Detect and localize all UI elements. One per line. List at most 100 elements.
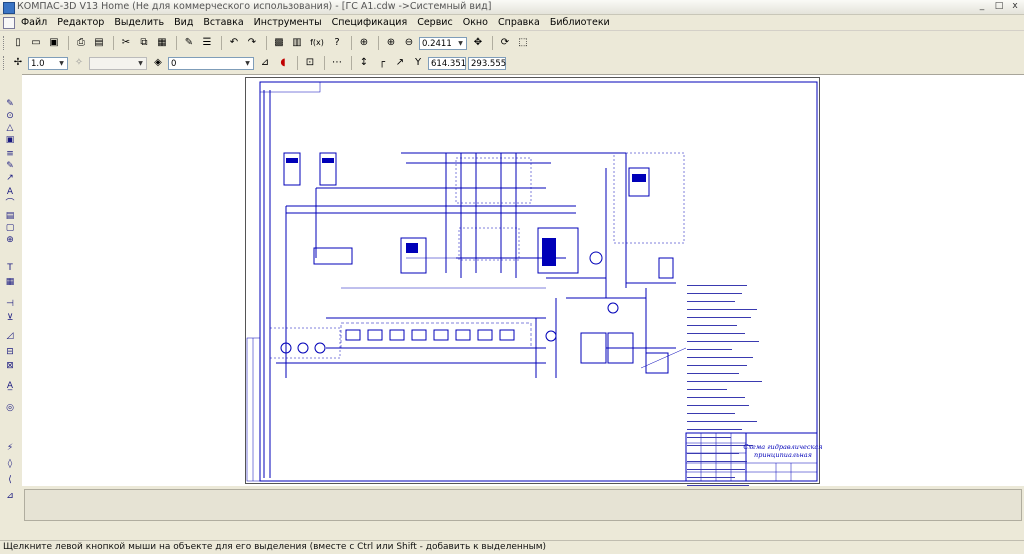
save-icon[interactable]: ▣ — [46, 35, 62, 51]
compact-tool-8-icon[interactable]: A — [3, 186, 17, 198]
pan-icon[interactable]: ✥ — [470, 35, 486, 51]
legend-row — [687, 456, 747, 462]
compact-tool-22-icon[interactable]: ⚡ — [3, 442, 17, 454]
zoom-window-icon[interactable]: ⊕ — [356, 35, 372, 51]
snap-button-1[interactable]: ⊿ — [257, 55, 273, 71]
compact-tool-19-icon[interactable]: ⊠ — [3, 360, 17, 372]
legend-row — [687, 344, 732, 350]
menu-editor[interactable]: Редактор — [52, 16, 109, 29]
format-brush-icon[interactable]: ✎ — [181, 35, 197, 51]
coordinates-icon[interactable]: Y — [410, 55, 426, 71]
compact-tool-4-icon[interactable]: ▣ — [3, 134, 17, 146]
show-all-icon[interactable]: ⬚ — [515, 35, 531, 51]
motor-3 — [314, 342, 326, 354]
legend-row — [687, 480, 749, 486]
layers-icon[interactable]: ▥ — [289, 35, 305, 51]
legend-row — [687, 408, 735, 414]
ortho-icon[interactable]: ↕ — [356, 55, 372, 71]
line-scale-value: 1.0 — [31, 58, 45, 69]
new-document-icon[interactable]: ▯ — [10, 35, 26, 51]
compact-tool-3-icon[interactable]: △ — [3, 122, 17, 134]
drawing-sheet[interactable]: Схема гидравлическая принципиальная — [245, 77, 823, 518]
compact-tool-1-icon[interactable]: ✎ — [3, 98, 17, 110]
local-cs-icon[interactable]: ↗ — [392, 55, 408, 71]
line-scale-combo[interactable]: 1.0 ▼ — [28, 56, 68, 70]
menu-help[interactable]: Справка — [493, 16, 545, 29]
coordinate-x-field[interactable]: 614.351 — [428, 56, 466, 70]
paste-icon[interactable]: ▦ — [154, 35, 170, 51]
standard-toolbar: ▯ ▭ ▣ ⎙ ▤ ✂ ⧉ ▦ ✎ ☰ ↶ ↷ ▩ ▥ f(x) ? ⊕ ⊕ ⊖… — [0, 33, 1024, 53]
menu-specification[interactable]: Спецификация — [327, 16, 413, 29]
grid-icon[interactable]: ┌ — [374, 55, 390, 71]
menu-view[interactable]: Вид — [169, 16, 198, 29]
compact-tool-13-icon[interactable]: T — [3, 262, 17, 274]
close-button[interactable]: x — [1009, 1, 1021, 12]
snap-settings-icon[interactable]: ✢ — [10, 55, 26, 71]
compact-tool-25-icon[interactable]: ⊿ — [3, 490, 17, 502]
layer-icon[interactable]: ◈ — [150, 55, 166, 71]
distributor-core — [542, 238, 556, 266]
menu-service[interactable]: Сервис — [412, 16, 458, 29]
compact-tool-14-icon[interactable]: ▦ — [3, 276, 17, 288]
toolbar-separator — [351, 36, 352, 50]
toolbar-grip[interactable] — [3, 56, 7, 70]
chevron-down-icon[interactable]: ▼ — [456, 39, 465, 48]
app-icon[interactable] — [3, 2, 15, 14]
snap-button-2[interactable]: ⊡ — [302, 55, 318, 71]
compact-tool-18-icon[interactable]: ⊟ — [3, 346, 17, 358]
undo-icon[interactable]: ↶ — [226, 35, 242, 51]
compact-tool-6-icon[interactable]: ✎ — [3, 160, 17, 172]
compact-tool-15-icon[interactable]: ⊣ — [3, 298, 17, 310]
legend-row — [687, 296, 735, 302]
compact-tool-2-icon[interactable]: ⊙ — [3, 110, 17, 122]
maximize-button[interactable]: □ — [993, 1, 1005, 12]
menu-select[interactable]: Выделить — [109, 16, 169, 29]
refresh-icon[interactable]: ⟳ — [497, 35, 513, 51]
zoom-in-icon[interactable]: ⊕ — [383, 35, 399, 51]
print-icon[interactable]: ⎙ — [73, 35, 89, 51]
compact-tool-10-icon[interactable]: ▤ — [3, 210, 17, 222]
menu-window[interactable]: Окно — [458, 16, 493, 29]
menu-file[interactable]: Файл — [16, 16, 52, 29]
compact-tool-9-icon[interactable]: ⌒ — [3, 198, 17, 210]
compact-tool-11-icon[interactable]: ▢ — [3, 222, 17, 234]
snap-button-3[interactable]: ⋯ — [329, 55, 345, 71]
compact-tool-21-icon[interactable]: ◎ — [3, 402, 17, 414]
compact-tool-16-icon[interactable]: ⊻ — [3, 312, 17, 324]
open-icon[interactable]: ▭ — [28, 35, 44, 51]
component-legend — [687, 280, 817, 520]
zoom-out-icon[interactable]: ⊖ — [401, 35, 417, 51]
manager-icon[interactable]: ▩ — [271, 35, 287, 51]
variables-icon[interactable]: f(x) — [307, 35, 327, 51]
menu-insert[interactable]: Вставка — [198, 16, 248, 29]
compact-tool-5-icon[interactable]: ≡ — [3, 148, 17, 160]
minimize-button[interactable]: _ — [976, 1, 988, 12]
compact-tool-23-icon[interactable]: ◊ — [3, 458, 17, 470]
help-cursor-icon[interactable]: ? — [329, 35, 345, 51]
compact-tool-7-icon[interactable]: ↗ — [3, 172, 17, 184]
toolbar-grip[interactable] — [3, 36, 7, 50]
compact-tool-20-icon[interactable]: A̲ — [3, 380, 17, 392]
compact-tool-17-icon[interactable]: ◿ — [3, 330, 17, 342]
copy-icon[interactable]: ⧉ — [136, 35, 152, 51]
document-icon[interactable] — [3, 17, 15, 29]
legend-row — [687, 352, 753, 358]
zoom-combo[interactable]: 0.2411 ▼ — [419, 36, 467, 50]
menu-tools[interactable]: Инструменты — [249, 16, 327, 29]
properties-icon[interactable]: ☰ — [199, 35, 215, 51]
compact-tool-12-icon[interactable]: ⊕ — [3, 234, 17, 246]
chevron-down-icon[interactable]: ▼ — [57, 59, 66, 68]
coordinate-y-field[interactable]: 293.555 — [468, 56, 506, 70]
magnet-icon[interactable]: ◖ — [275, 55, 291, 71]
compact-tool-24-icon[interactable]: ⟨ — [3, 474, 17, 486]
legend-row — [687, 416, 757, 422]
property-bar — [24, 489, 1022, 521]
legend-row — [687, 384, 727, 390]
status-text: Щелкните левой кнопкой мыши на объекте д… — [3, 542, 547, 552]
cut-icon[interactable]: ✂ — [118, 35, 134, 51]
menu-libraries[interactable]: Библиотеки — [545, 16, 615, 29]
print-preview-icon[interactable]: ▤ — [91, 35, 107, 51]
layer-combo[interactable]: 0 ▼ — [168, 56, 254, 70]
chevron-down-icon[interactable]: ▼ — [243, 59, 252, 68]
redo-icon[interactable]: ↷ — [244, 35, 260, 51]
